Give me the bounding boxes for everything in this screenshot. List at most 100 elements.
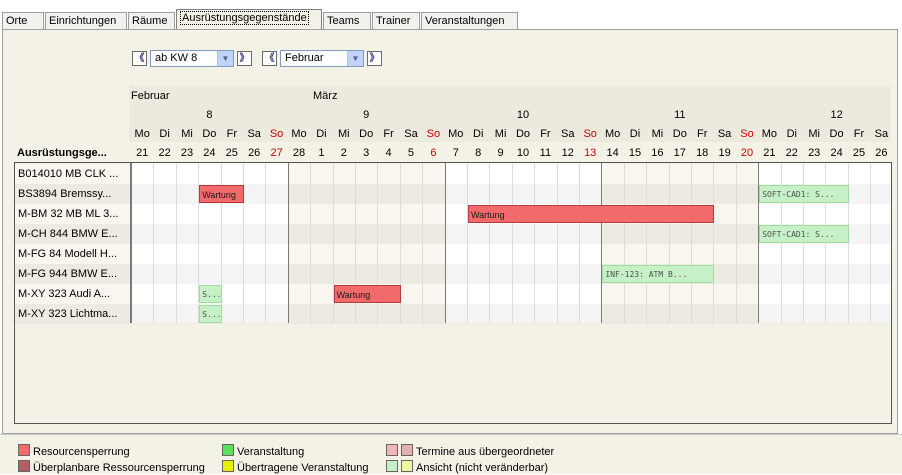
table-row[interactable] <box>15 264 891 284</box>
next-week-button[interactable]: 》 <box>237 51 252 66</box>
weekday-label: Sa <box>561 128 575 140</box>
date-label: 18 <box>696 147 709 159</box>
assigned-event[interactable]: SOFT-CAD1: S... <box>759 225 849 243</box>
month-select[interactable]: Februar ▼ <box>280 50 364 67</box>
legend-swatch <box>401 460 413 472</box>
date-label: 4 <box>385 147 392 159</box>
legend-item: Veranstaltung <box>222 444 304 459</box>
table-row[interactable] <box>15 204 891 224</box>
date-label: 14 <box>606 147 619 159</box>
weekday-label: Do <box>202 128 217 140</box>
tab-2[interactable]: Räume <box>128 12 175 29</box>
week-label: 9 <box>363 109 370 121</box>
day-gridline <box>534 163 536 323</box>
date-label: 25 <box>225 147 238 159</box>
table-row[interactable] <box>15 244 891 264</box>
weekday-label: Mo <box>761 128 778 140</box>
assigned-event[interactable]: S... <box>199 305 222 323</box>
table-row[interactable] <box>15 164 891 184</box>
date-label: 16 <box>651 147 664 159</box>
row-label: M-BM 32 MB ML 3... <box>18 208 119 220</box>
legend-label: Veranstaltung <box>237 446 305 458</box>
tab-label: Räume <box>132 15 168 27</box>
tab-label: Teams <box>327 15 360 27</box>
tab-label: Ausrüstungsgegenstände <box>180 11 309 25</box>
prev-month-button[interactable]: 《 <box>262 51 277 66</box>
legend-item: Resourcensperrung <box>18 444 130 459</box>
tab-0[interactable]: Orte <box>2 12 44 29</box>
table-row[interactable] <box>15 304 891 324</box>
day-gridline <box>713 163 715 323</box>
legend-swatch <box>386 460 398 472</box>
row-label: M-CH 844 BMW E... <box>18 228 118 240</box>
date-label: 17 <box>673 147 686 159</box>
day-gridline <box>511 163 513 323</box>
tab-3[interactable]: Ausrüstungsgegenstände <box>176 9 322 30</box>
weekday-label: Mo <box>604 128 621 140</box>
tab-5[interactable]: Trainer <box>372 12 420 29</box>
event-label: Wartung <box>336 290 371 300</box>
legend-label: Ansicht (nicht veränderbar) <box>416 462 549 474</box>
assigned-event[interactable]: S... <box>199 285 222 303</box>
weekday-label: Fr <box>540 128 551 140</box>
weekday-label: Mo <box>134 128 150 140</box>
week-label: 8 <box>206 109 213 121</box>
weekday-label: Mi <box>337 128 350 140</box>
prev-week-button[interactable]: 《 <box>132 51 147 66</box>
tab-1[interactable]: Einrichtungen <box>45 12 127 29</box>
date-label: 28 <box>292 147 306 159</box>
weekday-label: Fr <box>226 128 237 140</box>
legend-label: Termine aus übergeordneter <box>416 446 555 458</box>
table-row[interactable] <box>15 284 891 304</box>
chevron-down-icon: ▼ <box>347 51 363 66</box>
weekday-label: Sa <box>874 128 889 140</box>
resource-block-event[interactable]: Wartung <box>333 285 401 303</box>
date-label: 5 <box>407 147 415 159</box>
assigned-event[interactable]: INF-123: ATM B... <box>602 265 715 283</box>
next-month-button[interactable]: 》 <box>367 51 382 66</box>
resource-block-event[interactable]: Wartung <box>468 205 715 223</box>
week-label: 11 <box>674 109 686 121</box>
weekday-label: Mo <box>291 128 307 140</box>
weekday-label: Di <box>316 128 327 140</box>
weekday-label: So <box>583 128 597 140</box>
date-label: 6 <box>430 147 437 159</box>
date-label: 22 <box>785 147 798 159</box>
column-title: Ausrüstungsge... <box>17 147 107 159</box>
legend-swatch <box>386 444 398 456</box>
date-label: 23 <box>808 147 821 159</box>
date-label: 11 <box>539 147 552 159</box>
day-gridline <box>265 163 267 323</box>
day-gridline <box>467 163 468 323</box>
row-label: M-FG 944 BMW E... <box>18 268 118 280</box>
week-select-value: ab KW 8 <box>155 52 198 64</box>
date-label: 24 <box>203 147 216 159</box>
weekday-label: Fr <box>697 128 708 140</box>
resource-grid: B014010 MB CLK ... BS3894 Bremssy... M-BM … <box>14 162 892 424</box>
tab-6[interactable]: Veranstaltungen <box>421 12 518 29</box>
weekday-label: Sa <box>247 128 261 140</box>
weekday-label: So <box>269 128 284 140</box>
week-select[interactable]: ab KW 8 ▼ <box>150 50 234 67</box>
weekday-label: Sa <box>404 128 418 140</box>
day-gridline <box>287 163 289 323</box>
event-label: INF-123: ATM B... <box>605 270 688 279</box>
tab-4[interactable]: Teams <box>323 12 371 29</box>
day-gridline <box>489 163 491 323</box>
tab-label: Einrichtungen <box>49 15 117 27</box>
chevron-down-icon: ▼ <box>217 51 233 66</box>
legend-label: Überplanbare Ressourcensperrung <box>33 462 205 474</box>
date-label: 25 <box>852 147 866 159</box>
weekday-label: Fr <box>853 128 865 140</box>
weekday-label: Do <box>829 128 844 140</box>
date-label: 1 <box>318 147 325 159</box>
row-label: M-FG 84 Modell H... <box>18 248 118 260</box>
assigned-event[interactable]: SOFT-CAD1: S... <box>759 185 849 203</box>
resource-block-event[interactable]: Wartung <box>199 185 244 203</box>
event-label: S... <box>202 290 222 299</box>
day-gridline <box>444 163 446 323</box>
day-gridline <box>646 163 648 323</box>
month-select-value: Februar <box>285 52 324 64</box>
date-label: 15 <box>628 147 642 159</box>
day-gridline <box>175 163 177 323</box>
